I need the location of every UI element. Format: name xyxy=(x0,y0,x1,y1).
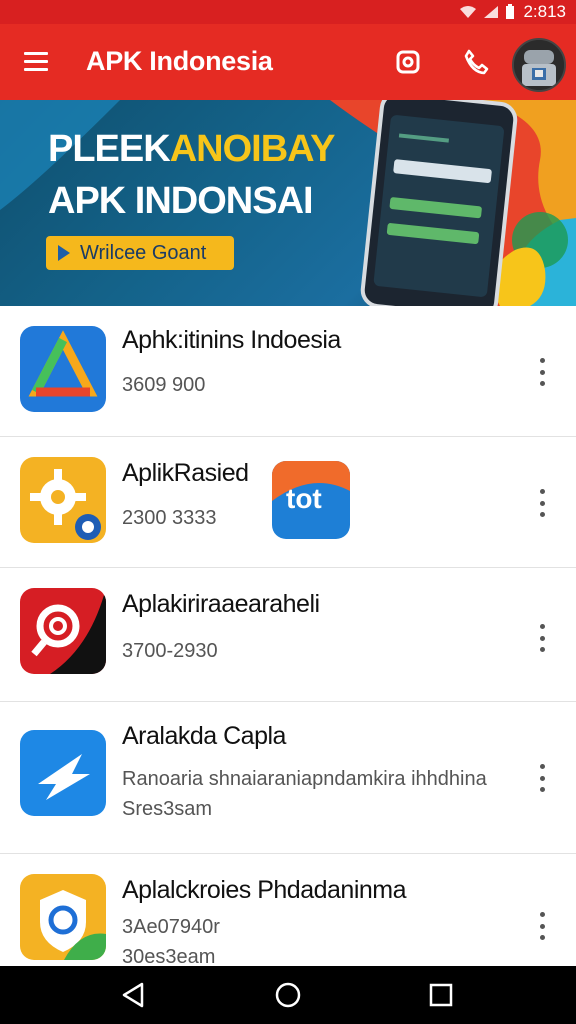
more-options-icon[interactable] xyxy=(532,764,552,792)
more-options-icon[interactable] xyxy=(532,624,552,652)
status-icons xyxy=(459,4,515,20)
list-item[interactable]: Aplakiriraaearaheli 3700-2930 xyxy=(0,568,576,702)
list-item[interactable]: tot AplikRasied 2300 3333 xyxy=(0,437,576,568)
battery-icon xyxy=(506,4,515,19)
phone-icon[interactable] xyxy=(460,46,492,78)
app-meta: 2300 3333 xyxy=(122,507,217,529)
tot-app-icon[interactable]: tot xyxy=(272,461,350,539)
app-meta: 3Ae07940r xyxy=(122,916,220,938)
banner-headline: PLEEKANOIBAY xyxy=(48,128,335,170)
wifi-icon xyxy=(460,6,477,18)
more-options-icon[interactable] xyxy=(532,912,552,940)
search-app-icon[interactable] xyxy=(20,588,106,674)
camera-icon[interactable] xyxy=(392,46,424,78)
app-meta: Sres3sam xyxy=(122,798,213,820)
play-icon xyxy=(58,245,70,261)
app-title: Aralakda Capla xyxy=(122,722,286,750)
list-item[interactable]: Aralakda Capla Ranoaria shnaiaraniapndam… xyxy=(0,702,576,854)
recents-icon[interactable] xyxy=(426,980,456,1010)
banner-button[interactable]: Wrilcee Goant xyxy=(46,236,234,270)
app-title: Aphk:itinins Indoesia xyxy=(122,326,341,354)
more-options-icon[interactable] xyxy=(532,489,552,517)
banner-button-label: Wrilcee Goant xyxy=(80,241,207,264)
app-title: AplikRasied xyxy=(122,459,249,487)
app-bar: APK Indonesia xyxy=(0,24,576,100)
status-bar: 2:813 xyxy=(0,0,576,24)
avatar[interactable] xyxy=(512,38,566,92)
list-item[interactable]: Aplalckroies Phdadaninma 3Ae07940r 30es3… xyxy=(0,854,576,968)
app-meta: 3700-2930 xyxy=(122,640,218,662)
app-title: APK Indonesia xyxy=(86,46,273,76)
tot-label: tot xyxy=(286,483,322,514)
back-icon[interactable] xyxy=(118,980,148,1010)
signal-icon xyxy=(484,6,499,18)
shield-app-icon[interactable] xyxy=(20,874,106,960)
promo-banner[interactable]: PLEEKANOIBAY APK INDONSAI Wrilcee Goant xyxy=(0,100,576,306)
home-icon[interactable] xyxy=(273,980,303,1010)
app-title: Aplalckroies Phdadaninma xyxy=(122,876,407,904)
gear-app-icon[interactable] xyxy=(20,457,106,543)
app-meta: 3609 900 xyxy=(122,374,206,396)
app-title: Aplakiriraaearaheli xyxy=(122,590,320,618)
system-nav-bar xyxy=(0,966,576,1024)
arrow-app-icon[interactable] xyxy=(20,730,106,816)
app-description: Ranoaria shnaiaraniapndamkira ihhdhina xyxy=(122,768,487,790)
phone-illustration xyxy=(358,100,520,306)
menu-icon[interactable] xyxy=(24,52,48,72)
more-options-icon[interactable] xyxy=(532,358,552,386)
banner-subheadline: APK INDONSAI xyxy=(48,180,314,222)
status-time: 2:813 xyxy=(523,2,566,21)
triangle-app-icon[interactable] xyxy=(20,326,106,412)
list-item[interactable]: Aphk:itinins Indoesia 3609 900 xyxy=(0,306,576,437)
